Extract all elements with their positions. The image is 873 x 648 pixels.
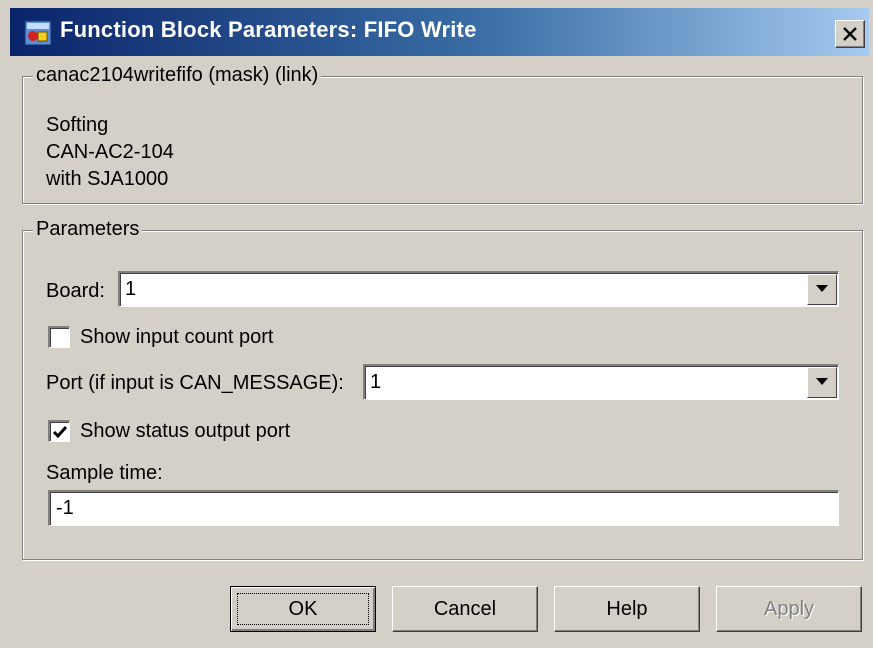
port-dropdown[interactable]: 1 (363, 364, 839, 400)
parameters-legend: Parameters (33, 218, 143, 241)
cancel-button[interactable]: Cancel (392, 586, 538, 632)
dialog-window: Function Block Parameters: FIFO Write ca… (0, 0, 873, 648)
apply-button[interactable]: Apply (716, 586, 862, 632)
checkmark-icon (52, 426, 68, 439)
description-line-3: with SJA1000 (46, 168, 169, 190)
title-bar[interactable]: Function Block Parameters: FIFO Write (10, 8, 869, 56)
sample-time-label: Sample time: (46, 462, 163, 484)
port-label: Port (if input is CAN_MESSAGE): (46, 372, 344, 394)
apply-button-label: Apply (763, 598, 815, 620)
show-input-count-label: Show input count port (80, 326, 274, 348)
cancel-button-label: Cancel (433, 598, 497, 620)
board-value: 1 (125, 278, 137, 300)
help-button[interactable]: Help (554, 586, 700, 632)
chevron-down-icon (816, 285, 828, 292)
simulink-block-icon (24, 20, 52, 46)
description-line-2: CAN-AC2-104 (46, 141, 174, 163)
help-button-label: Help (606, 598, 648, 620)
board-label: Board: (46, 280, 105, 302)
close-icon (843, 27, 857, 41)
description-line-1: Softing (46, 114, 109, 136)
close-button[interactable] (835, 20, 865, 48)
description-legend: canac2104writefifo (mask) (link) (33, 64, 322, 87)
ok-focus-rect (237, 593, 369, 625)
show-input-count-checkbox[interactable] (48, 326, 70, 348)
board-dropdown-button[interactable] (807, 274, 837, 305)
ok-button[interactable]: OK (230, 586, 376, 632)
chevron-down-icon (816, 378, 828, 385)
show-status-output-checkbox[interactable] (48, 420, 70, 442)
sample-time-input[interactable]: -1 (48, 490, 839, 526)
port-dropdown-button[interactable] (807, 367, 837, 398)
window-title: Function Block Parameters: FIFO Write (60, 17, 477, 42)
board-dropdown[interactable]: 1 (118, 271, 839, 307)
show-status-output-label: Show status output port (80, 420, 291, 442)
port-value: 1 (370, 371, 382, 393)
